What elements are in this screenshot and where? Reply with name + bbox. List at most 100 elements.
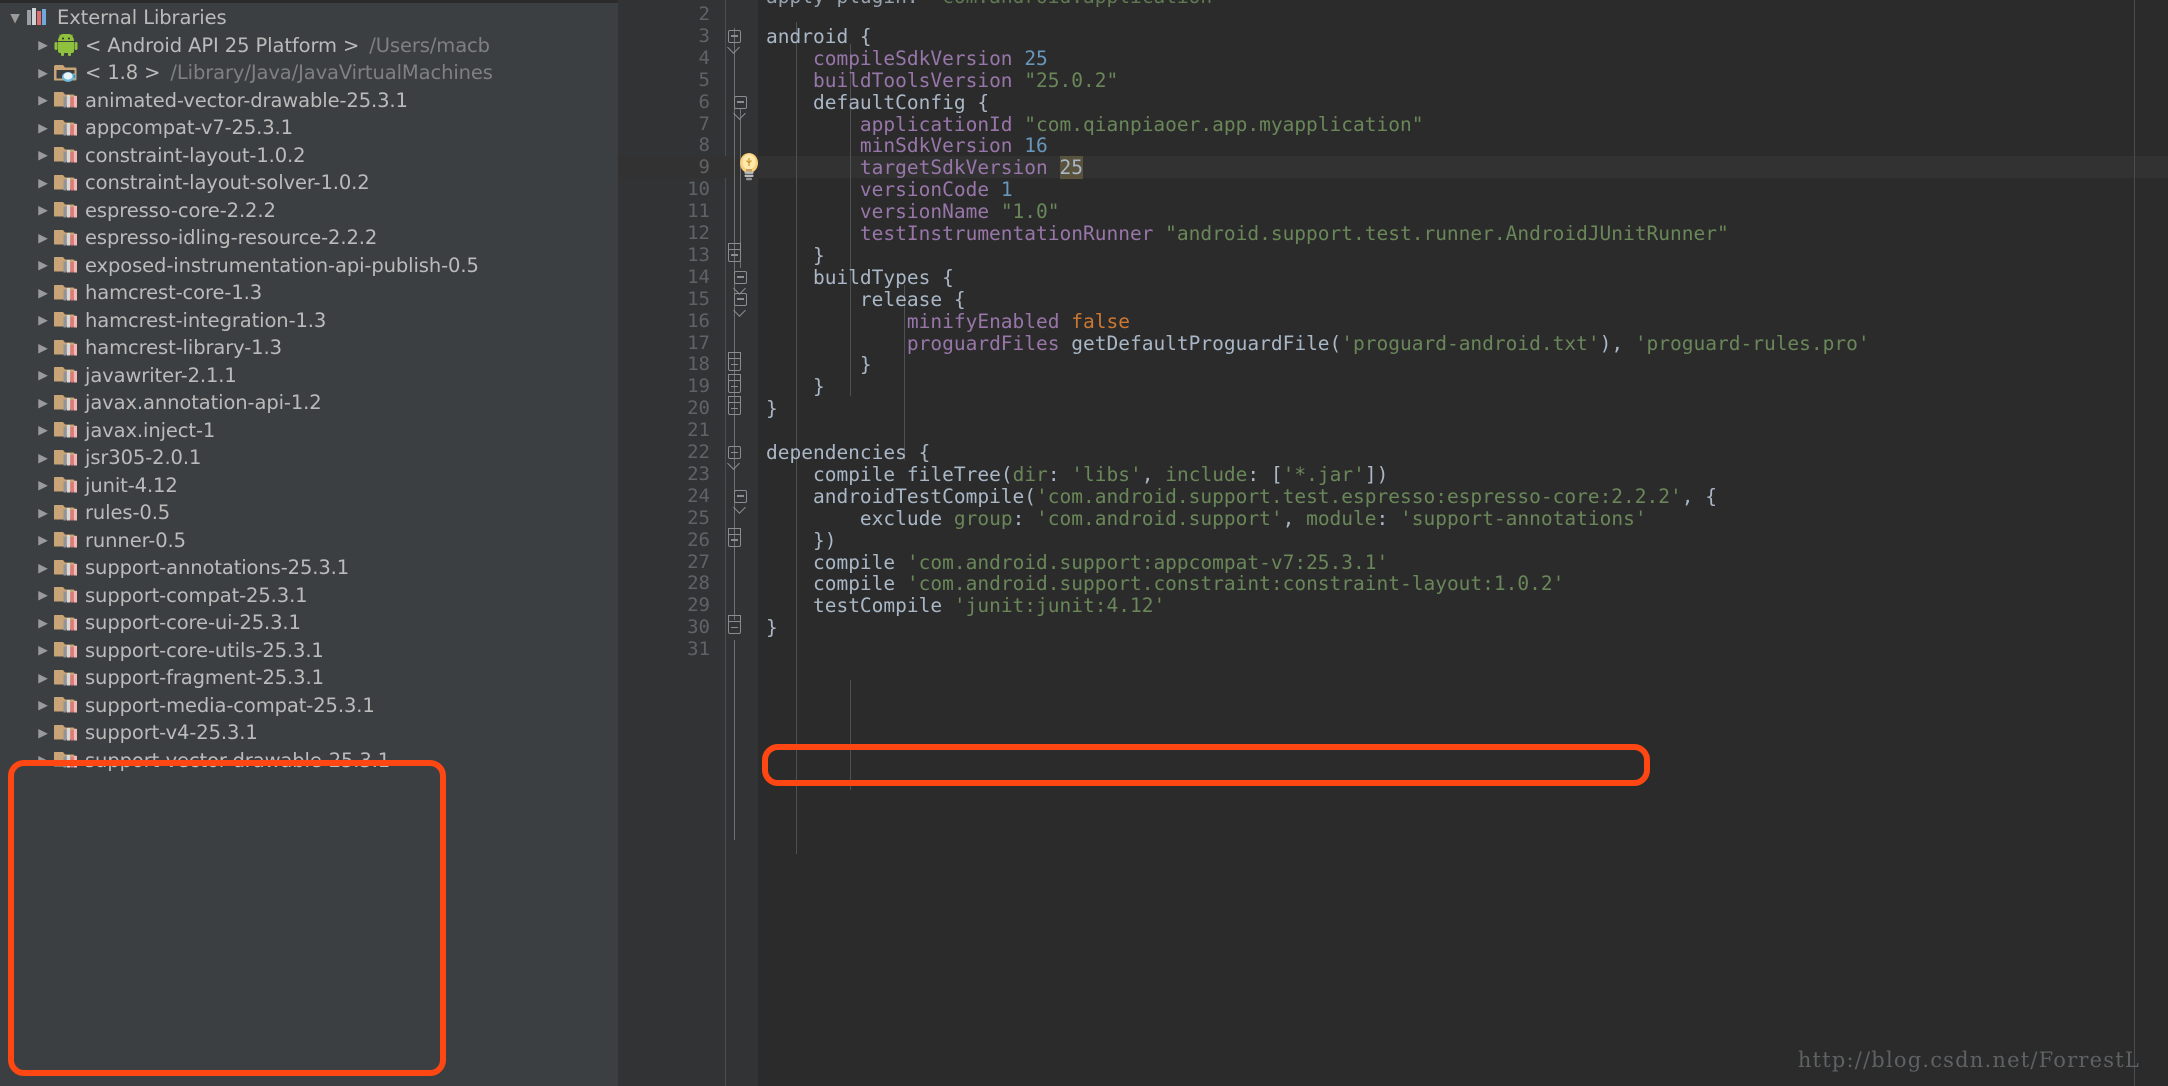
code-text[interactable]: minSdkVersion 16 (766, 135, 1048, 157)
chevron-right-icon[interactable]: ▶ (32, 396, 54, 410)
chevron-right-icon[interactable]: ▶ (32, 231, 54, 245)
project-tree-panel[interactable]: ▼ External Libraries ▶ < Android API 25 P… (0, 0, 618, 1086)
tree-node-support-core-ui-25-3-1[interactable]: ▶ support-core-ui-25.3.1 (0, 609, 618, 637)
code-line[interactable]: 9 targetSdkVersion 25 (618, 156, 2168, 180)
code-text[interactable]: proguardFiles getDefaultProguardFile('pr… (766, 332, 1870, 355)
chevron-down-icon[interactable]: ▼ (4, 11, 26, 25)
fold-toggle[interactable] (728, 380, 742, 394)
fold-toggle[interactable] (734, 95, 748, 110)
code-line[interactable]: 30} (618, 616, 2168, 639)
code-text[interactable]: compile fileTree(dir: 'libs', include: [… (766, 463, 1388, 486)
tree-node-javax-inject-1[interactable]: ▶ javax.inject-1 (0, 417, 618, 445)
code-line[interactable]: 18 } (618, 353, 2168, 376)
code-line[interactable]: 29 testCompile 'junit:junit:4.12' (618, 594, 2168, 617)
chevron-right-icon[interactable]: ▶ (32, 148, 54, 162)
fold-toggle[interactable] (728, 248, 742, 263)
chevron-right-icon[interactable]: ▶ (32, 671, 54, 685)
tree-node-constraint-layout-solver-1-0-2[interactable]: ▶ constraint-layout-solver-1.0.2 (0, 169, 618, 197)
tree-node-support-annotations-25-3-1[interactable]: ▶ support-annotations-25.3.1 (0, 554, 618, 582)
code-text[interactable]: } (766, 354, 872, 376)
code-lines-container[interactable]: 2 3 android {4 compileSdkVersion 25 5 build… (618, 0, 2168, 1086)
code-line[interactable]: 13 } (618, 244, 2168, 267)
chevron-right-icon[interactable]: ▶ (32, 643, 54, 657)
code-text[interactable]: compileSdkVersion 25 (766, 47, 1048, 70)
code-line[interactable]: 24 androidTestCompile('com.android.suppo… (618, 485, 2168, 508)
code-text[interactable]: versionCode 1 (766, 179, 1013, 201)
chevron-right-icon[interactable]: ▶ (32, 478, 54, 492)
chevron-right-icon[interactable]: ▶ (32, 368, 54, 382)
tree-node-javax-annotation-api-1-2[interactable]: ▶ javax.annotation-api-1.2 (0, 389, 618, 417)
code-text[interactable]: } (766, 376, 825, 398)
code-text[interactable]: testInstrumentationRunner "android.suppo… (766, 223, 1729, 245)
fold-toggle[interactable] (728, 533, 742, 548)
tree-node-runner-0-5[interactable]: ▶ runner-0.5 (0, 527, 618, 555)
chevron-right-icon[interactable]: ▶ (32, 38, 54, 52)
code-line[interactable]: 11 versionName "1.0" (618, 200, 2168, 223)
tree-node-exposed-instrumentation-api-publish-0-5[interactable]: ▶ exposed-instrumentation-api-publish-0.5 (0, 252, 618, 280)
code-text[interactable]: targetSdkVersion 25 (766, 156, 1083, 180)
tree-node-rules-0-5[interactable]: ▶ rules-0.5 (0, 499, 618, 527)
code-text[interactable]: versionName "1.0" (766, 201, 1060, 223)
chevron-right-icon[interactable]: ▶ (32, 258, 54, 272)
code-text[interactable]: } (766, 617, 778, 639)
chevron-right-icon[interactable]: ▶ (32, 66, 54, 80)
code-text[interactable]: compile 'com.android.support.constraint:… (766, 573, 1564, 595)
chevron-right-icon[interactable]: ▶ (32, 616, 54, 630)
code-line[interactable]: 19 } (618, 375, 2168, 398)
tree-node-espresso-idling-resource-2-2-2[interactable]: ▶ espresso-idling-resource-2.2.2 (0, 224, 618, 252)
code-text[interactable]: testCompile 'junit:junit:4.12' (766, 595, 1165, 617)
code-text[interactable]: buildTypes { (766, 266, 954, 289)
chevron-right-icon[interactable]: ▶ (32, 176, 54, 190)
tree-node-hamcrest-core-1-3[interactable]: ▶ hamcrest-core-1.3 (0, 279, 618, 307)
code-line[interactable]: 6 defaultConfig { (618, 91, 2168, 114)
code-line[interactable]: 7 applicationId "com.qianpiaoer.app.myap… (618, 113, 2168, 136)
chevron-right-icon[interactable]: ▶ (32, 313, 54, 327)
code-editor[interactable]: apply plugin: 'com.android.application' … (618, 0, 2168, 1086)
tree-node-espresso-core-2-2-2[interactable]: ▶ espresso-core-2.2.2 (0, 197, 618, 225)
tree-node-constraint-layout-1-0-2[interactable]: ▶ constraint-layout-1.0.2 (0, 142, 618, 170)
chevron-right-icon[interactable]: ▶ (32, 588, 54, 602)
code-line[interactable]: 23 compile fileTree(dir: 'libs', include… (618, 463, 2168, 486)
chevron-right-icon[interactable]: ▶ (32, 423, 54, 437)
code-text[interactable]: dependencies { (766, 442, 930, 464)
code-line[interactable]: 22 dependencies { (618, 441, 2168, 464)
code-text[interactable]: minifyEnabled false (766, 310, 1130, 333)
chevron-right-icon[interactable]: ▶ (32, 121, 54, 135)
chevron-right-icon[interactable]: ▶ (32, 533, 54, 547)
code-text[interactable]: exclude group: 'com.android.support', mo… (766, 507, 1647, 530)
fold-toggle[interactable] (728, 621, 742, 635)
tree-node-animated-vector-drawable-25-3-1[interactable]: ▶ animated-vector-drawable-25.3.1 (0, 87, 618, 115)
code-text[interactable]: release { (766, 288, 966, 311)
code-text[interactable]: } (766, 398, 778, 420)
code-line[interactable]: 14 buildTypes { (618, 266, 2168, 289)
tree-node-hamcrest-integration-1-3[interactable]: ▶ hamcrest-integration-1.3 (0, 307, 618, 335)
tree-node-support-v4-25-3-1[interactable]: ▶ support-v4-25.3.1 (0, 719, 618, 747)
code-text[interactable]: androidTestCompile('com.android.support.… (766, 485, 1717, 508)
tree-node-javawriter-2-1-1[interactable]: ▶ javawriter-2.1.1 (0, 362, 618, 390)
tree-node-support-media-compat-25-3-1[interactable]: ▶ support-media-compat-25.3.1 (0, 692, 618, 720)
chevron-right-icon[interactable]: ▶ (32, 561, 54, 575)
chevron-right-icon[interactable]: ▶ (32, 93, 54, 107)
code-line[interactable]: 17 proguardFiles getDefaultProguardFile(… (618, 332, 2168, 355)
code-line[interactable]: 5 buildToolsVersion "25.0.2" (618, 69, 2168, 92)
code-text[interactable]: buildToolsVersion "25.0.2" (766, 69, 1118, 92)
code-line[interactable]: 4 compileSdkVersion 25 (618, 47, 2168, 70)
chevron-right-icon[interactable]: ▶ (32, 341, 54, 355)
code-line[interactable]: 28 compile 'com.android.support.constrai… (618, 572, 2168, 595)
fold-toggle[interactable] (734, 292, 748, 307)
tree-node-support-compat-25-3-1[interactable]: ▶ support-compat-25.3.1 (0, 582, 618, 610)
code-text[interactable]: } (766, 244, 825, 267)
lightbulb-icon[interactable] (736, 152, 762, 182)
chevron-right-icon[interactable]: ▶ (32, 726, 54, 740)
code-line[interactable]: 21 (618, 419, 2168, 442)
tree-node-support-core-utils-25-3-1[interactable]: ▶ support-core-utils-25.3.1 (0, 637, 618, 665)
chevron-right-icon[interactable]: ▶ (32, 286, 54, 300)
code-text[interactable]: applicationId "com.qianpiaoer.app.myappl… (766, 113, 1424, 136)
code-line[interactable]: 10 versionCode 1 (618, 178, 2168, 201)
fold-toggle[interactable] (728, 358, 742, 372)
chevron-right-icon[interactable]: ▶ (32, 698, 54, 712)
tree-node-junit-4-12[interactable]: ▶ junit-4.12 (0, 472, 618, 500)
tree-node-support-vector-drawable-25-3-1[interactable]: ▶ support-vector-drawable-25.3.1 (0, 747, 618, 775)
tree-node-jsr305-2-0-1[interactable]: ▶ jsr305-2.0.1 (0, 444, 618, 472)
tree-node-hamcrest-library-1-3[interactable]: ▶ hamcrest-library-1.3 (0, 334, 618, 362)
